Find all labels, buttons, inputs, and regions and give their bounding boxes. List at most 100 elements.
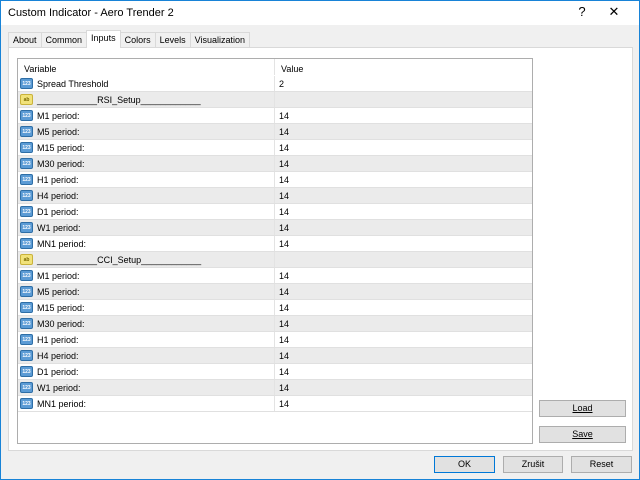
variable-cell: 123 H4 period:: [18, 348, 275, 363]
table-row[interactable]: 123 M15 period: 14: [18, 140, 532, 156]
value-cell[interactable]: 2: [275, 76, 532, 91]
variable-cell: 123 W1 period:: [18, 220, 275, 235]
numeric-type-icon: 123: [20, 206, 33, 217]
variable-name: ____________CCI_Setup____________: [37, 254, 202, 265]
value-cell[interactable]: 14: [275, 172, 532, 187]
variable-cell: 123 H1 period:: [18, 172, 275, 187]
variable-cell: 123 M30 period:: [18, 156, 275, 171]
value-cell[interactable]: [275, 252, 532, 267]
variable-name: MN1 period:: [37, 398, 87, 409]
ok-button[interactable]: OK: [434, 456, 495, 473]
table-row[interactable]: 123 MN1 period: 14: [18, 236, 532, 252]
save-label: Save: [572, 429, 593, 439]
variable-name: H4 period:: [37, 350, 79, 361]
table-row[interactable]: 123 M1 period: 14: [18, 108, 532, 124]
load-button[interactable]: Load: [539, 400, 626, 417]
tab-inputs[interactable]: Inputs: [86, 30, 121, 48]
value-cell[interactable]: 14: [275, 316, 532, 331]
table-row[interactable]: 123 M5 period: 14: [18, 124, 532, 140]
tab-bar: About Common Inputs Colors Levels Visual…: [8, 30, 250, 48]
table-row[interactable]: 123 M1 period: 14: [18, 268, 532, 284]
variable-cell: ab ____________CCI_Setup____________: [18, 252, 275, 267]
tab-common[interactable]: Common: [40, 32, 88, 48]
value-cell[interactable]: 14: [275, 380, 532, 395]
numeric-type-icon: 123: [20, 350, 33, 361]
tab-visualization[interactable]: Visualization: [189, 32, 250, 48]
value-cell[interactable]: 14: [275, 220, 532, 235]
inputs-table[interactable]: Variable Value 123 Spread Threshold 2 ab ___…: [17, 58, 533, 444]
variable-name: M1 period:: [37, 270, 80, 281]
value-cell[interactable]: 14: [275, 268, 532, 283]
variable-cell: 123 H1 period:: [18, 332, 275, 347]
value-cell[interactable]: 14: [275, 300, 532, 315]
numeric-type-icon: 123: [20, 126, 33, 137]
load-label: Load: [572, 403, 593, 413]
reset-button[interactable]: Reset: [571, 456, 632, 473]
tab-colors[interactable]: Colors: [119, 32, 156, 48]
value-cell[interactable]: 14: [275, 140, 532, 155]
cancel-button[interactable]: Zrušit: [503, 456, 563, 473]
value-cell[interactable]: 14: [275, 108, 532, 123]
value-cell[interactable]: 14: [275, 364, 532, 379]
tab-levels[interactable]: Levels: [154, 32, 191, 48]
numeric-type-icon: 123: [20, 334, 33, 345]
numeric-type-icon: 123: [20, 302, 33, 313]
variable-cell: 123 M30 period:: [18, 316, 275, 331]
table-row[interactable]: 123 M30 period: 14: [18, 156, 532, 172]
table-row[interactable]: 123 MN1 period: 14: [18, 396, 532, 412]
variable-cell: 123 MN1 period:: [18, 236, 275, 251]
value-cell[interactable]: 14: [275, 236, 532, 251]
value-cell[interactable]: 14: [275, 204, 532, 219]
variable-cell: 123 MN1 period:: [18, 396, 275, 411]
numeric-type-icon: 123: [20, 110, 33, 121]
variable-cell: 123 D1 period:: [18, 364, 275, 379]
close-button[interactable]: ✕: [599, 4, 629, 20]
value-cell[interactable]: 14: [275, 156, 532, 171]
value-cell[interactable]: 14: [275, 332, 532, 347]
table-row[interactable]: ab ____________CCI_Setup____________: [18, 252, 532, 268]
value-cell[interactable]: 14: [275, 124, 532, 139]
variable-name: M30 period:: [37, 318, 85, 329]
help-button[interactable]: ?: [567, 4, 597, 19]
dialog-window: Custom Indicator - Aero Trender 2 ? ✕ Ab…: [0, 0, 640, 480]
variable-name: M5 period:: [37, 286, 80, 297]
table-row[interactable]: 123 D1 period: 14: [18, 204, 532, 220]
table-row[interactable]: 123 M15 period: 14: [18, 300, 532, 316]
table-row[interactable]: 123 H4 period: 14: [18, 188, 532, 204]
variable-name: Spread Threshold: [37, 78, 109, 89]
table-row[interactable]: 123 D1 period: 14: [18, 364, 532, 380]
variable-name: M1 period:: [37, 110, 80, 121]
header-value[interactable]: Value: [275, 59, 532, 75]
value-cell[interactable]: 14: [275, 188, 532, 203]
table-row[interactable]: 123 W1 period: 14: [18, 220, 532, 236]
numeric-type-icon: 123: [20, 270, 33, 281]
variable-name: MN1 period:: [37, 238, 87, 249]
numeric-type-icon: 123: [20, 142, 33, 153]
numeric-type-icon: 123: [20, 78, 33, 89]
variable-cell: 123 W1 period:: [18, 380, 275, 395]
table-row[interactable]: 123 M5 period: 14: [18, 284, 532, 300]
save-button[interactable]: Save: [539, 426, 626, 443]
table-row[interactable]: 123 H4 period: 14: [18, 348, 532, 364]
value-cell[interactable]: 14: [275, 284, 532, 299]
numeric-type-icon: 123: [20, 366, 33, 377]
variable-name: M15 period:: [37, 302, 85, 313]
variable-name: M30 period:: [37, 158, 85, 169]
variable-name: D1 period:: [37, 366, 79, 377]
table-row[interactable]: 123 H1 period: 14: [18, 332, 532, 348]
table-row[interactable]: ab ____________RSI_Setup____________: [18, 92, 532, 108]
table-row[interactable]: 123 Spread Threshold 2: [18, 76, 532, 92]
window-title: Custom Indicator - Aero Trender 2: [8, 7, 174, 19]
numeric-type-icon: 123: [20, 174, 33, 185]
variable-name: W1 period:: [37, 382, 81, 393]
table-row[interactable]: 123 M30 period: 14: [18, 316, 532, 332]
variable-name: H4 period:: [37, 190, 79, 201]
value-cell[interactable]: [275, 92, 532, 107]
variable-cell: 123 H4 period:: [18, 188, 275, 203]
value-cell[interactable]: 14: [275, 348, 532, 363]
table-row[interactable]: 123 W1 period: 14: [18, 380, 532, 396]
header-variable[interactable]: Variable: [18, 59, 275, 75]
value-cell[interactable]: 14: [275, 396, 532, 411]
table-row[interactable]: 123 H1 period: 14: [18, 172, 532, 188]
tab-about[interactable]: About: [8, 32, 42, 48]
